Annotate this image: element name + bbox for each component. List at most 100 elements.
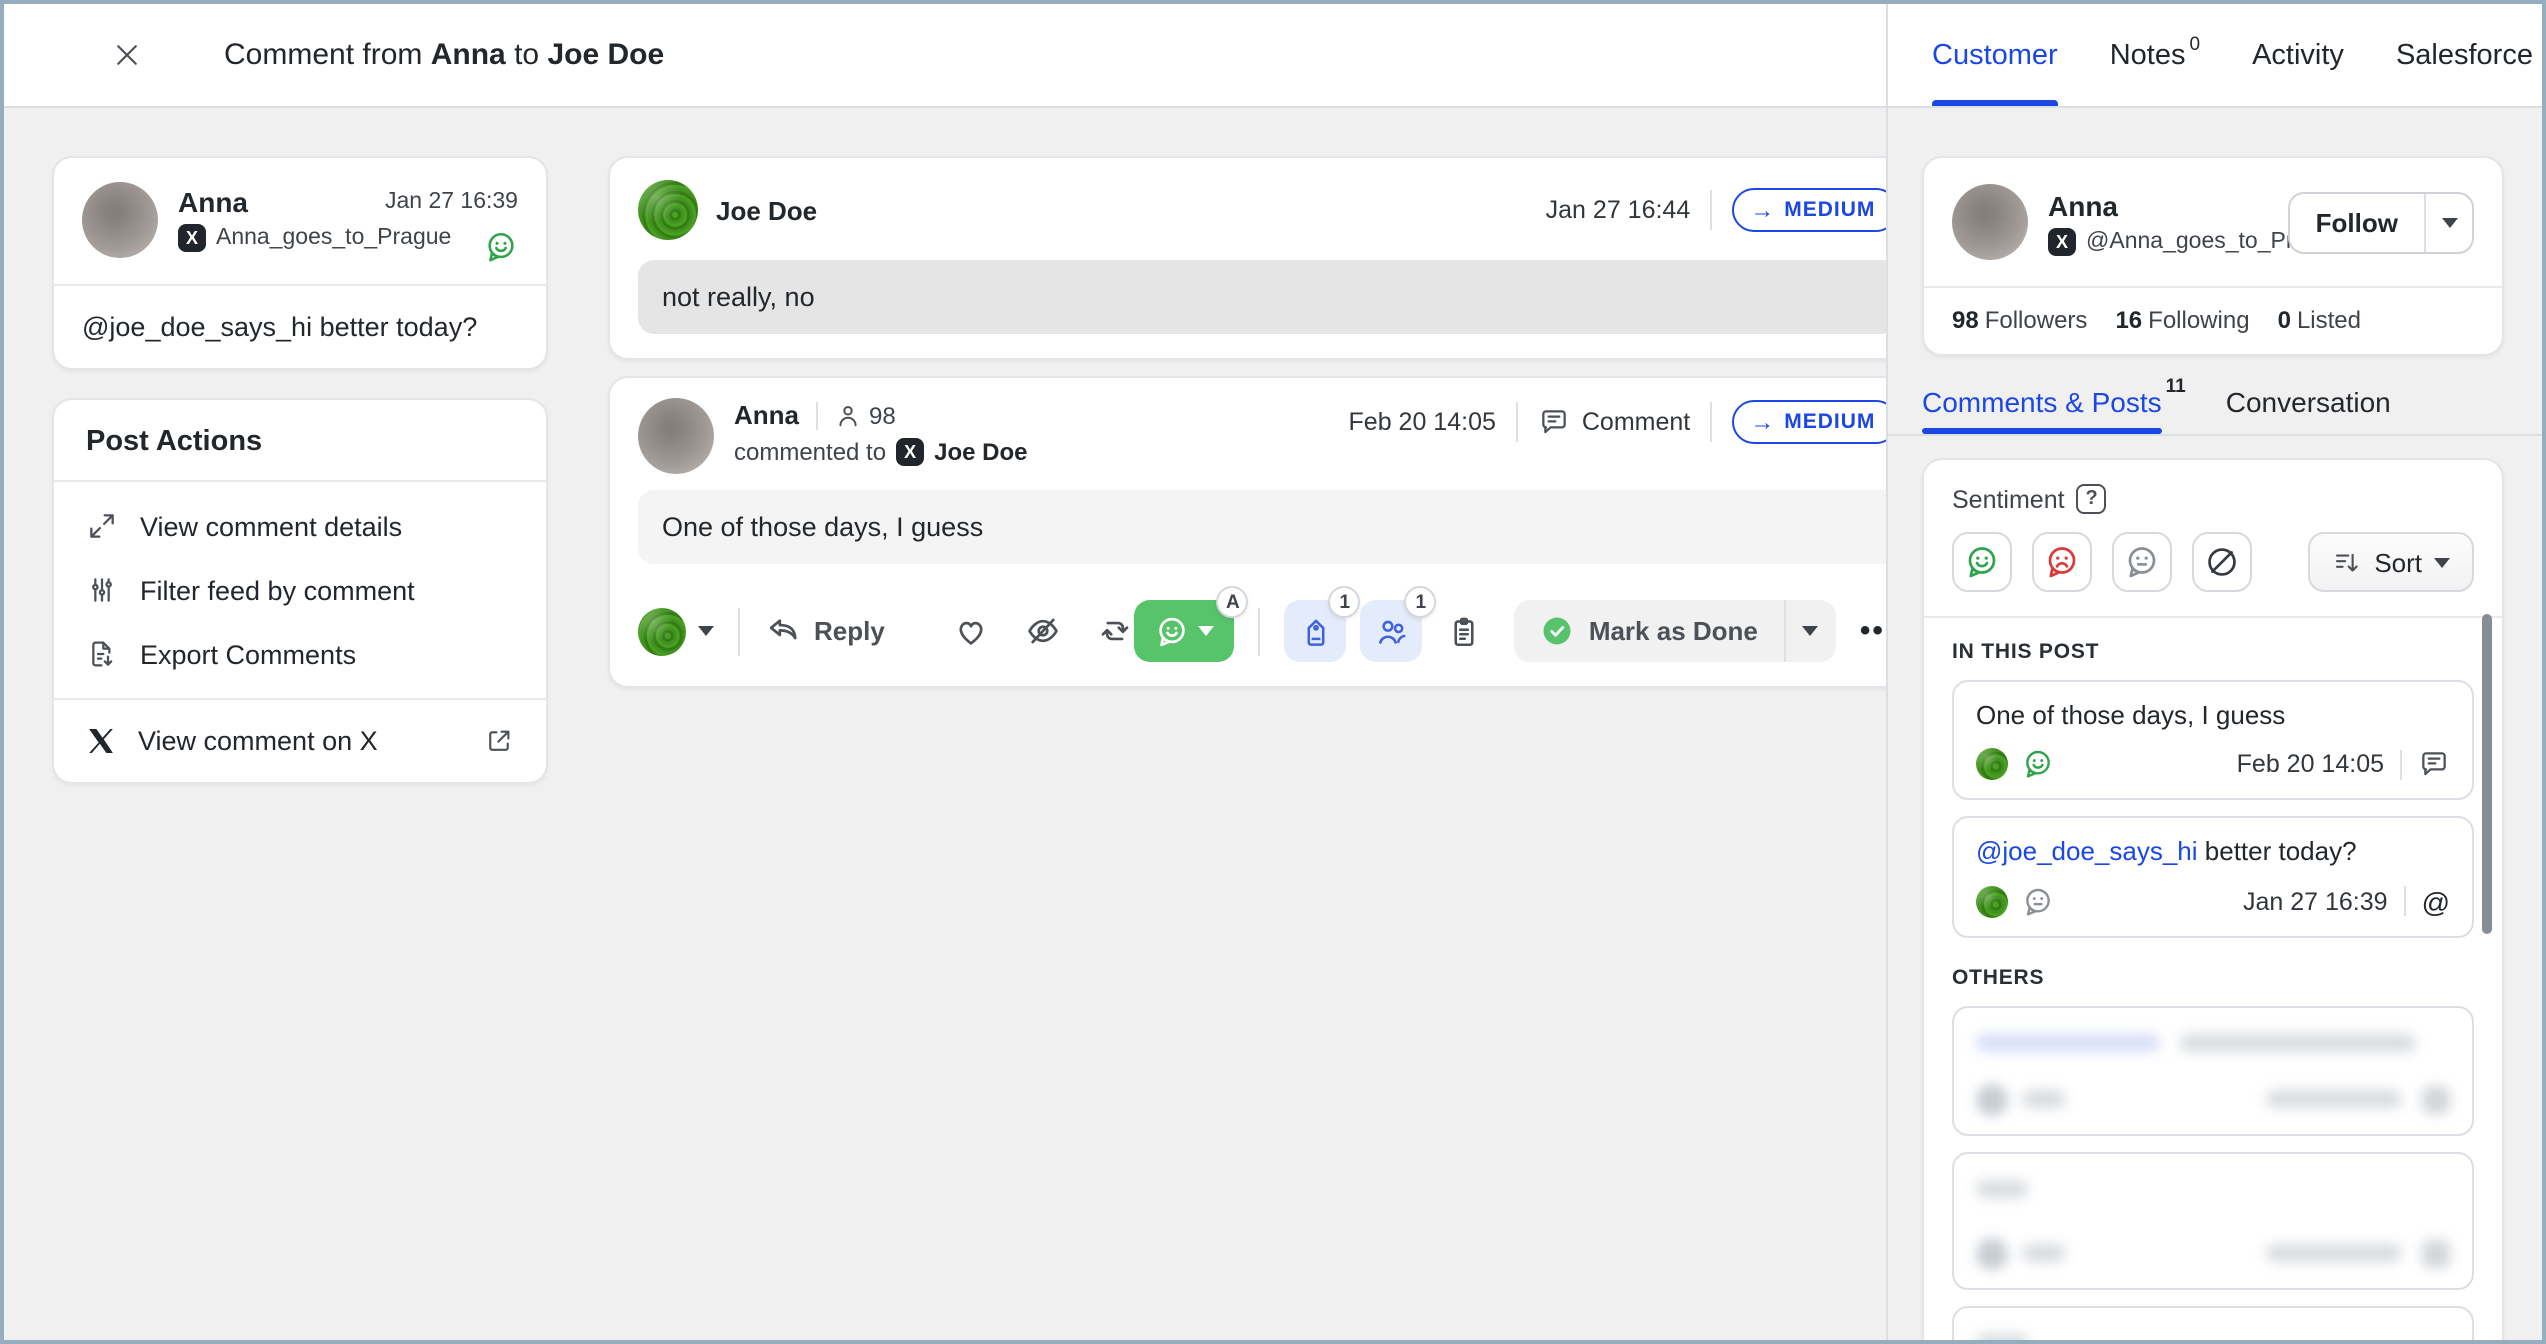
- sentiment-negative-icon: [2044, 544, 2080, 580]
- tab-salesforce[interactable]: Salesforce: [2396, 4, 2533, 106]
- feed-post-item-redacted[interactable]: [1952, 1151, 2474, 1289]
- tab-conversation[interactable]: Conversation: [2226, 386, 2391, 434]
- external-link-icon: [484, 726, 514, 756]
- left-column: Anna X Anna_goes_to_Prague Jan 27 16:39: [52, 156, 548, 1340]
- filter-sentiment-negative[interactable]: [2032, 532, 2092, 592]
- avatar: [1952, 184, 2028, 260]
- x-network-badge: X: [178, 224, 206, 252]
- title-from-name: Anna: [431, 38, 506, 72]
- feed-scrollbar[interactable]: [2482, 614, 2492, 934]
- title-to-name: Joe Doe: [547, 38, 664, 72]
- help-icon[interactable]: ?: [2077, 484, 2107, 514]
- filter-sentiment-none[interactable]: [2192, 532, 2252, 592]
- follow-button[interactable]: Follow: [2290, 193, 2424, 251]
- sentiment-none-icon: [2204, 544, 2240, 580]
- author-name: Anna: [734, 400, 799, 430]
- context-prefix: commented to: [734, 438, 886, 466]
- feed-post-item[interactable]: One of those days, I guess Feb 20 14:05: [1952, 680, 2474, 801]
- right-panel-tabs: Customer Notes 0 Activity Salesforce: [1886, 4, 2542, 108]
- reply-button[interactable]: Reply: [764, 612, 885, 650]
- section-in-this-post: IN THIS POST: [1952, 640, 2474, 664]
- chevron-down-icon: [698, 626, 714, 636]
- title-prefix: Comment from: [224, 38, 422, 72]
- sliders-icon: [86, 574, 118, 606]
- feed-post-mention: @joe_doe_says_hi: [1976, 837, 2198, 867]
- customer-profile-card: Anna X @Anna_goes_to_Pra... Follow 98Fol…: [1922, 156, 2504, 356]
- tab-salesforce-label: Salesforce: [2396, 39, 2533, 71]
- x-logo-icon: [86, 726, 116, 756]
- reply-post-card: Anna 98 commented to X: [608, 376, 1886, 688]
- post-actions-title: Post Actions: [54, 400, 546, 482]
- tab-comments-posts[interactable]: Comments & Posts11: [1922, 386, 2186, 434]
- comment-bubble-icon: [1538, 406, 1570, 438]
- export-document-icon: [86, 638, 118, 670]
- tasks-button[interactable]: [1433, 600, 1495, 662]
- action-view-comment-details[interactable]: View comment details: [54, 494, 546, 558]
- tag-count-badge: 1: [1329, 586, 1361, 618]
- post-message: not really, no: [638, 260, 1886, 334]
- chevron-down-icon: [1199, 626, 1215, 636]
- repost-icon: [1097, 612, 1135, 650]
- sentiment-positive-icon: [2022, 749, 2054, 781]
- context-name: Joe Doe: [934, 438, 1027, 466]
- approval-badge: A: [1217, 586, 1249, 618]
- follow-split-button: Follow: [2288, 191, 2474, 253]
- more-options-button[interactable]: •••: [1860, 614, 1886, 648]
- avatar: [82, 182, 158, 258]
- sentiment-neutral-icon: [2022, 885, 2054, 917]
- selected-comment-card: Anna X Anna_goes_to_Prague Jan 27 16:39: [52, 156, 548, 370]
- close-icon: [111, 40, 141, 70]
- avatar: [638, 398, 714, 474]
- priority-badge[interactable]: → MEDIUM: [1732, 400, 1886, 444]
- mark-as-done-button[interactable]: Mark as Done: [1515, 600, 1784, 662]
- tab-activity[interactable]: Activity: [2252, 4, 2344, 106]
- sentiment-selector-button[interactable]: A: [1135, 600, 1235, 662]
- mark-as-done-menu[interactable]: [1784, 600, 1836, 662]
- sort-button[interactable]: Sort: [2308, 532, 2474, 592]
- profile-switcher[interactable]: [638, 607, 714, 655]
- followers-stat: 98Followers: [1952, 306, 2087, 334]
- follow-menu[interactable]: [2424, 193, 2472, 251]
- priority-arrow-icon: →: [1750, 196, 1774, 224]
- feed-post-item-redacted[interactable]: [1952, 1305, 2474, 1340]
- author-name: Anna: [178, 186, 385, 218]
- parent-post-card: Joe Doe Jan 27 16:44 → MEDIUM not really…: [608, 156, 1886, 360]
- feed-post-timestamp: Feb 20 14:05: [2237, 751, 2384, 779]
- x-network-badge: X: [896, 438, 924, 466]
- sort-label: Sort: [2374, 547, 2422, 577]
- repost-button[interactable]: [1097, 612, 1135, 650]
- eye-off-icon: [1025, 612, 1063, 650]
- avatar: [1976, 749, 2008, 781]
- sentiment-positive-icon: [484, 230, 518, 264]
- tag-button[interactable]: 1: [1285, 600, 1347, 662]
- action-export-comments[interactable]: Export Comments: [54, 622, 546, 686]
- chevron-down-icon: [2441, 217, 2457, 227]
- expand-icon: [86, 510, 118, 542]
- action-label: Export Comments: [140, 639, 356, 669]
- tab-notes[interactable]: Notes 0: [2110, 4, 2200, 106]
- mention-icon: @: [2422, 887, 2450, 915]
- audience-count: 98: [833, 401, 896, 429]
- priority-badge[interactable]: → MEDIUM: [1732, 188, 1886, 232]
- filter-sentiment-neutral[interactable]: [2112, 532, 2172, 592]
- assign-button[interactable]: 1: [1361, 600, 1423, 662]
- tab-notes-label: Notes: [2110, 39, 2186, 71]
- close-button[interactable]: [104, 33, 148, 77]
- action-label: View comment on X: [138, 726, 378, 756]
- hide-button[interactable]: [1025, 612, 1063, 650]
- action-filter-feed[interactable]: Filter feed by comment: [54, 558, 546, 622]
- like-button[interactable]: [953, 612, 991, 650]
- customer-panel: Anna X @Anna_goes_to_Pra... Follow 98Fol…: [1886, 108, 2542, 1340]
- comment-mention: @joe_doe_says_hi: [82, 312, 312, 342]
- feed-post-item[interactable]: @joe_doe_says_hi better today? Jan 27 16…: [1952, 817, 2474, 938]
- sentiment-neutral-icon: [2124, 544, 2160, 580]
- feed-post-item-redacted[interactable]: [1952, 1005, 2474, 1135]
- post-actions-card: Post Actions View comment details Filter…: [52, 398, 548, 784]
- filter-sentiment-positive[interactable]: [1952, 532, 2012, 592]
- feed-post-timestamp: Jan 27 16:39: [2243, 887, 2388, 915]
- customer-name: Anna: [2048, 189, 2288, 221]
- comment-body: @joe_doe_says_hi better today?: [54, 284, 546, 368]
- tab-customer[interactable]: Customer: [1932, 4, 2058, 106]
- action-view-on-x[interactable]: View comment on X: [54, 698, 546, 782]
- post-message: One of those days, I guess: [638, 490, 1886, 564]
